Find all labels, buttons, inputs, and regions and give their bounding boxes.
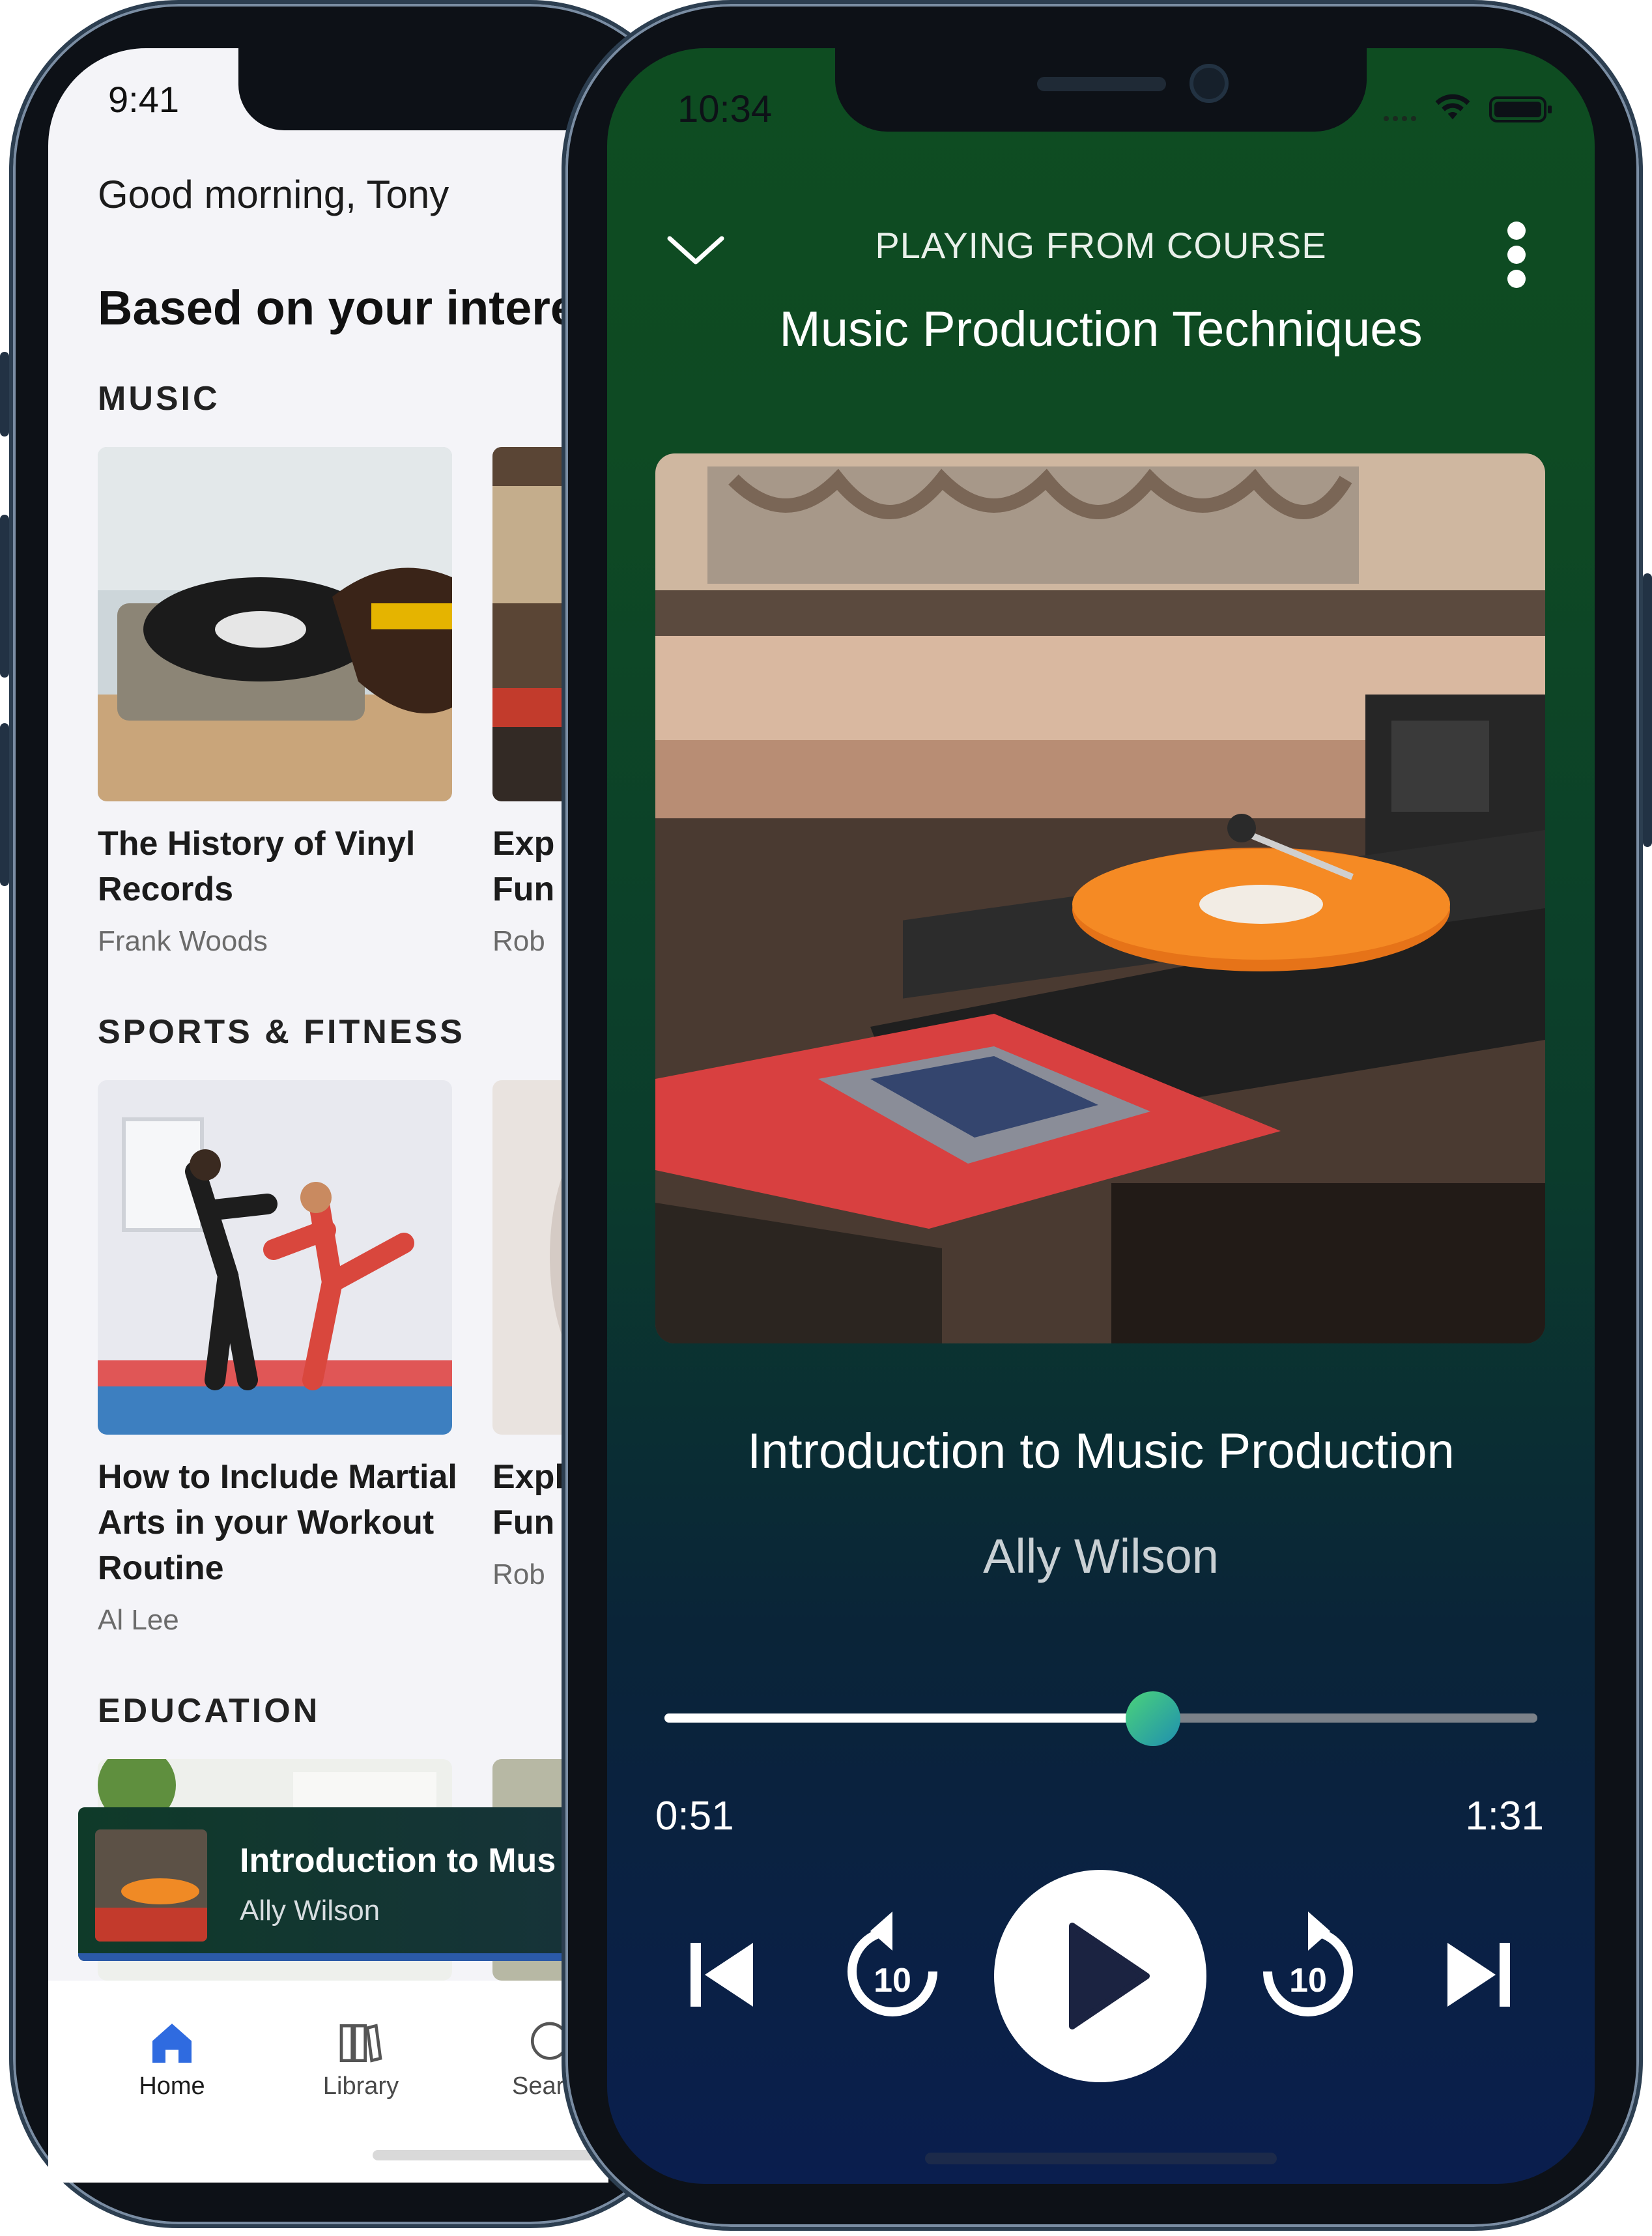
- battery-icon: [1489, 96, 1552, 122]
- status-time: 10:34: [677, 88, 773, 130]
- mini-player-artwork: [95, 1829, 207, 1942]
- forward-seconds: 10: [1289, 1962, 1327, 2000]
- signal-icon: [1384, 116, 1416, 121]
- library-icon: [339, 2024, 382, 2063]
- wifi-icon: [1435, 94, 1470, 120]
- course-card-image-vinyl[interactable]: [98, 447, 452, 801]
- mute-switch: [0, 352, 9, 437]
- section-heading: Based on your intere: [98, 281, 578, 335]
- home-indicator: [925, 2153, 1277, 2164]
- course-title: Music Production Techniques: [779, 302, 1423, 357]
- mini-player-progress: [78, 1953, 638, 1961]
- tab-home[interactable]: Home: [120, 2017, 224, 2128]
- course-card-title[interactable]: The History of Vinyl Records: [98, 821, 463, 912]
- greeting-text: Good morning, Tony: [98, 173, 449, 216]
- skip-next-icon[interactable]: [1444, 1939, 1515, 2011]
- course-card-author: Al Lee: [98, 1604, 179, 1636]
- progress-fill: [664, 1713, 1153, 1723]
- progress-thumb[interactable]: [1126, 1691, 1180, 1746]
- power-button: [1643, 573, 1652, 847]
- volume-down-button: [0, 723, 9, 886]
- tab-label: Library: [322, 2072, 399, 2100]
- track-artist: Ally Wilson: [983, 1529, 1219, 1583]
- category-label-music: MUSIC: [98, 380, 220, 418]
- category-label-sports: SPORTS & FITNESS: [98, 1013, 465, 1051]
- speaker-grille: [1037, 77, 1166, 91]
- mini-player-title: Introduction to Mus: [240, 1842, 556, 1880]
- home-icon: [152, 2024, 192, 2063]
- volume-up-button: [0, 515, 9, 678]
- course-card-title[interactable]: How to Include Martial Arts in your Work…: [98, 1454, 463, 1591]
- course-card-author: Frank Woods: [98, 925, 268, 957]
- tab-label: Home: [139, 2072, 205, 2100]
- home-indicator: [373, 2150, 607, 2160]
- track-title: Introduction to Music Production: [747, 1424, 1455, 1479]
- front-camera: [1189, 64, 1229, 103]
- play-button[interactable]: [994, 1870, 1206, 2082]
- album-artwork: [655, 453, 1545, 1343]
- status-time: 9:41: [108, 79, 179, 120]
- tab-library[interactable]: Library: [309, 2017, 413, 2128]
- total-time: 1:31: [1465, 1794, 1544, 1839]
- category-label-education: EDUCATION: [98, 1692, 320, 1730]
- playing-from-label: PLAYING FROM COURSE: [875, 225, 1327, 266]
- forward-10-button[interactable]: 10: [1256, 1912, 1360, 2035]
- elapsed-time: 0:51: [655, 1794, 734, 1839]
- replay-seconds: 10: [874, 1962, 911, 2000]
- skip-previous-icon[interactable]: [685, 1939, 757, 2011]
- play-icon: [1069, 1923, 1150, 2029]
- replay-10-button[interactable]: 10: [840, 1912, 945, 2035]
- mini-player[interactable]: Introduction to Mus Ally Wilson: [78, 1807, 638, 1961]
- more-vert-icon[interactable]: [1496, 219, 1537, 291]
- mini-player-author: Ally Wilson: [240, 1895, 380, 1927]
- course-card-image-martial-arts[interactable]: [98, 1080, 452, 1435]
